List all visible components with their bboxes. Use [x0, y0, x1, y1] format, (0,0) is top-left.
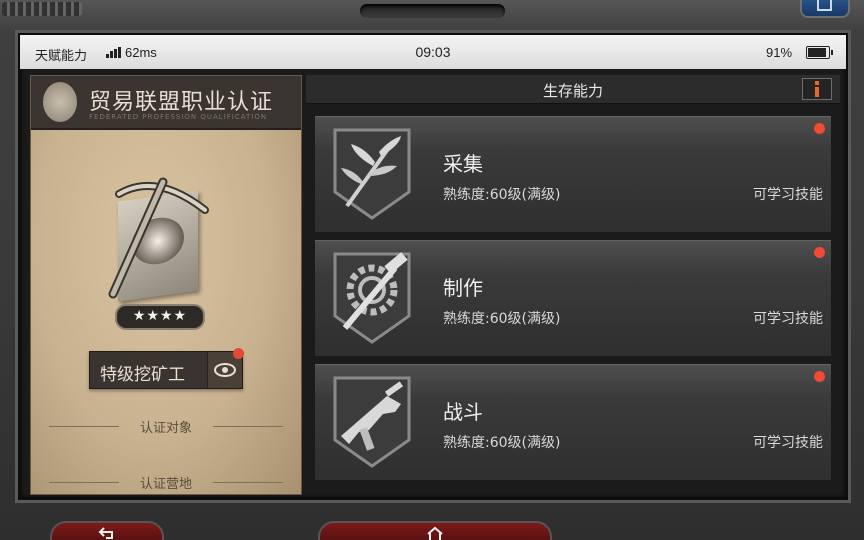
star-rating: ★★★★ — [115, 304, 205, 330]
learn-skill-link[interactable]: 可学习技能 — [753, 184, 823, 204]
status-bar: 天赋能力 62ms 09:03 91% — [20, 35, 846, 69]
skill-name: 采集 — [443, 152, 483, 176]
skill-card-crafting[interactable]: 制作 熟练度:60级(满级) 可学习技能 — [314, 239, 832, 357]
gathering-leaves-icon — [333, 128, 411, 220]
learn-skill-link[interactable]: 可学习技能 — [753, 432, 823, 452]
cert-title: 贸易联盟职业认证 — [89, 90, 274, 115]
combat-smg-icon — [333, 376, 411, 468]
pickaxe-icon — [108, 177, 209, 299]
skill-name: 战斗 — [443, 400, 483, 424]
home-icon — [427, 526, 443, 540]
frame-top-slot — [360, 4, 505, 18]
battery-icon — [806, 46, 833, 59]
skill-level: 熟练度:60级(满级) — [443, 311, 561, 327]
info-button[interactable] — [802, 78, 832, 100]
rank-label: 特级挖矿工 — [100, 365, 185, 385]
skills-header-title: 生存能力 — [542, 82, 603, 100]
profession-badge[interactable]: ★★★★ — [101, 176, 216, 331]
notification-dot — [233, 348, 244, 359]
cert-camp-row: 认证营地 — [49, 472, 283, 492]
box-icon — [817, 0, 832, 11]
alliance-emblem-icon — [43, 82, 77, 122]
home-button[interactable] — [318, 521, 552, 540]
skills-header: 生存能力 — [306, 75, 840, 104]
learn-skill-link[interactable]: 可学习技能 — [753, 308, 823, 328]
cert-target-label: 认证对象 — [139, 421, 192, 436]
notification-dot — [814, 247, 825, 258]
crafting-gear-hammer-icon — [333, 252, 411, 344]
cert-target-row: 认证对象 — [49, 416, 283, 436]
battery-percent: 91% — [766, 45, 793, 60]
rank-title-button[interactable]: 特级挖矿工 — [89, 351, 243, 389]
skill-card-combat[interactable]: 战斗 熟练度:60级(满级) 可学习技能 — [314, 363, 832, 481]
cert-header: 贸易联盟职业认证 FEDERATED PROFESSION QUALIFICAT… — [31, 76, 301, 130]
skill-card-gathering[interactable]: 采集 熟练度:60级(满级) 可学习技能 — [314, 115, 832, 233]
device-frame: 天赋能力 62ms 09:03 91% 贸易联盟职业认证 FEDERATED P… — [0, 0, 864, 540]
screen: 天赋能力 62ms 09:03 91% 贸易联盟职业认证 FEDERATED P… — [18, 33, 848, 500]
notification-dot — [814, 371, 825, 382]
cert-camp-label: 认证营地 — [139, 477, 192, 492]
skill-level: 熟练度:60级(满级) — [443, 435, 561, 451]
back-icon — [98, 527, 113, 539]
frame-grip — [2, 2, 82, 16]
top-corner-button[interactable] — [800, 0, 850, 18]
skill-level: 熟练度:60级(满级) — [443, 187, 561, 203]
info-icon — [815, 81, 819, 97]
status-time: 09:03 — [415, 44, 451, 60]
cert-subtitle: FEDERATED PROFESSION QUALIFICATION — [89, 113, 268, 121]
back-button[interactable] — [50, 521, 164, 540]
skill-name: 制作 — [443, 276, 483, 300]
notification-dot — [814, 123, 825, 134]
certification-panel: 贸易联盟职业认证 FEDERATED PROFESSION QUALIFICAT… — [30, 75, 302, 495]
